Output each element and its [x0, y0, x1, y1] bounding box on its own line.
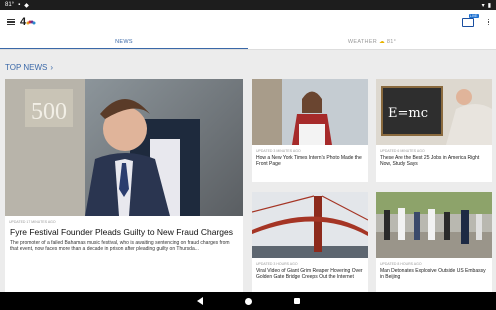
story-card[interactable]: E=mc UPDATED 6 MINUTES AGO These Are the…: [376, 79, 492, 182]
story-image: [376, 192, 492, 258]
tab-weather[interactable]: WEATHER ☁ 81°: [248, 34, 496, 49]
section-top-news[interactable]: TOP NEWS ›: [5, 63, 53, 72]
app-bar: 4 LIVE: [0, 10, 496, 34]
story-card[interactable]: UPDATED 3 HOURS AGO Viral Video of Giant…: [252, 192, 368, 292]
live-tv-icon[interactable]: LIVE: [461, 13, 479, 27]
tab-bar: NEWS WEATHER ☁ 81°: [0, 34, 496, 50]
chevron-right-icon: ›: [50, 63, 54, 72]
story-headline: Viral Video of Giant Grim Reaper Hoverin…: [256, 268, 363, 281]
notification-icon: ▪: [18, 2, 21, 8]
status-temperature: 81°: [5, 2, 15, 8]
story-image: E=mc: [376, 79, 492, 145]
story-image: [252, 79, 368, 145]
story-headline: Man Detonates Explosive Outside US Embas…: [380, 268, 486, 281]
back-icon[interactable]: [196, 297, 203, 305]
story-headline: Fyre Festival Founder Pleads Guilty to N…: [10, 227, 233, 237]
story-image: [252, 192, 368, 258]
wifi-icon: ▾: [481, 2, 485, 9]
weather-cloud-icon: ☁: [379, 38, 385, 45]
system-nav-bar: [0, 292, 496, 310]
nbc-icon: ◆: [24, 2, 29, 9]
story-timestamp: UPDATED 17 MINUTES AGO: [9, 220, 56, 224]
story-timestamp: UPDATED 3 MINUTES AGO: [256, 149, 301, 153]
main-story-image: 500: [5, 79, 243, 216]
live-badge: LIVE: [468, 13, 479, 18]
tab-news[interactable]: NEWS: [0, 34, 248, 49]
more-options-icon[interactable]: [487, 18, 489, 26]
svg-text:E=mc: E=mc: [388, 106, 428, 121]
menu-icon[interactable]: [7, 18, 15, 26]
status-bar: 81° ▪ ◆ ▾ ▮: [0, 0, 496, 10]
story-headline: How a New York Times Intern's Photo Made…: [256, 155, 362, 168]
svg-text:500: 500: [31, 99, 67, 125]
home-icon[interactable]: [244, 297, 252, 305]
nbc4-logo: 4: [20, 16, 36, 28]
story-summary: The promoter of a failed Bahamas music f…: [10, 240, 230, 253]
main-story-card[interactable]: 500 UPDATED 17 MINUTES AGO Fyre Festival…: [5, 79, 243, 292]
story-timestamp: UPDATED 8 HOURS AGO: [380, 262, 422, 266]
story-timestamp: UPDATED 3 HOURS AGO: [256, 262, 298, 266]
story-headline: These Are the Best 25 Jobs in America Ri…: [380, 155, 480, 168]
battery-icon: ▮: [487, 2, 491, 9]
story-timestamp: UPDATED 6 MINUTES AGO: [380, 149, 425, 153]
recent-apps-icon[interactable]: [293, 298, 300, 304]
story-card[interactable]: UPDATED 8 HOURS AGO Man Detonates Explos…: [376, 192, 492, 292]
story-card[interactable]: UPDATED 3 MINUTES AGO How a New York Tim…: [252, 79, 368, 182]
